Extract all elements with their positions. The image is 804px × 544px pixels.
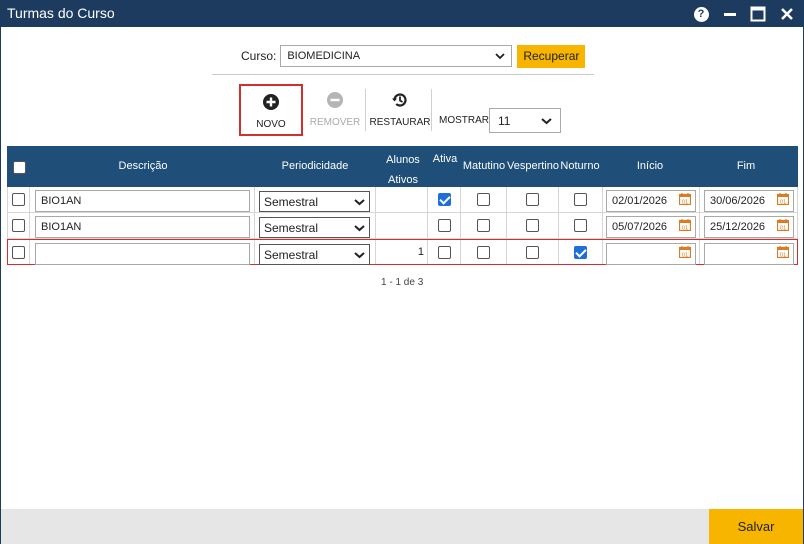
header-descricao[interactable]: Descrição	[33, 160, 253, 172]
toolbar-divider	[365, 89, 366, 131]
history-icon	[392, 93, 407, 107]
grid-body: BIO1AN Semestral 02/01/2026 01 30/06/2026 01 B…	[7, 187, 798, 265]
chevron-down-icon	[495, 53, 505, 60]
header-fim[interactable]: Fim	[699, 160, 793, 172]
header-noturno[interactable]: Noturno	[559, 160, 601, 172]
salvar-button[interactable]: Salvar	[709, 509, 803, 544]
novo-label: NOVO	[256, 119, 286, 130]
curso-label: Curso:	[241, 49, 277, 63]
header-vespertino[interactable]: Vespertino	[506, 160, 560, 172]
svg-text:01: 01	[780, 252, 786, 258]
fim-value: 25/12/2026	[710, 221, 766, 233]
curso-select[interactable]: BIOMEDICINA	[280, 45, 513, 67]
divider	[212, 74, 594, 75]
remover-label: REMOVER	[309, 117, 361, 128]
row-select-checkbox[interactable]	[12, 246, 25, 262]
fim-value: 30/06/2026	[710, 195, 766, 207]
footer-bar: Salvar	[1, 509, 803, 544]
recuperar-button[interactable]: Recuperar	[517, 44, 586, 68]
plus-circle-icon	[263, 94, 279, 110]
close-icon[interactable]	[777, 4, 797, 24]
window-title: Turmas do Curso	[7, 5, 115, 21]
mostrar-label: MOSTRAR:	[439, 115, 492, 126]
restaurar-button[interactable]: RESTAURAR	[369, 91, 431, 128]
chevron-down-icon	[541, 117, 552, 124]
restaurar-label: RESTAURAR	[369, 117, 431, 128]
calendar-icon[interactable]: 01	[776, 246, 790, 258]
row-select-checkbox[interactable]	[12, 193, 25, 209]
calendar-icon[interactable]: 01	[776, 193, 790, 205]
minus-circle-icon	[327, 92, 343, 108]
header-inicio[interactable]: Início	[603, 160, 697, 172]
curso-selected-value: BIOMEDICINA	[287, 50, 361, 62]
novo-button[interactable]: NOVO	[239, 84, 303, 136]
svg-text:01: 01	[780, 225, 786, 231]
table-row[interactable]: BIO1AN Semestral 05/07/2026 01 25/12/2026 01	[7, 213, 798, 239]
header-alunos-ativos[interactable]: Alunos Ativos	[375, 150, 431, 190]
window: Turmas do Curso ? Curso: BIOMEDICINA Rec…	[0, 0, 804, 544]
curso-filter: Curso: BIOMEDICINA Recuperar	[241, 44, 586, 68]
calendar-icon[interactable]: 01	[776, 219, 790, 231]
pager-info: 1 - 1 de 3	[381, 277, 424, 288]
minimize-icon[interactable]	[720, 4, 740, 24]
header-ativa[interactable]: Ativa	[427, 153, 463, 165]
help-icon[interactable]: ?	[691, 4, 711, 24]
title-bar: Turmas do Curso ?	[1, 1, 803, 27]
header-alunos-line1: Alunos	[386, 154, 420, 166]
mostrar-value: 11	[498, 113, 511, 128]
header-matutino[interactable]: Matutino	[459, 160, 509, 172]
header-periodicidade[interactable]: Periodicidade	[255, 160, 375, 172]
table-row[interactable]: Semestral 1 01 01	[7, 239, 798, 265]
toolbar-divider	[431, 89, 432, 131]
table-row[interactable]: BIO1AN Semestral 02/01/2026 01 30/06/2026 01	[7, 187, 798, 213]
mostrar-select[interactable]: 11	[489, 108, 561, 133]
grid-header: Descrição Periodicidade Alunos Ativos At…	[7, 146, 798, 187]
turmas-grid: Descrição Periodicidade Alunos Ativos At…	[7, 146, 798, 265]
svg-text:01: 01	[780, 199, 786, 205]
remover-button[interactable]: REMOVER	[309, 91, 361, 128]
select-all-checkbox[interactable]	[13, 161, 26, 177]
maximize-icon[interactable]	[748, 4, 768, 24]
row-select-checkbox[interactable]	[12, 219, 25, 235]
